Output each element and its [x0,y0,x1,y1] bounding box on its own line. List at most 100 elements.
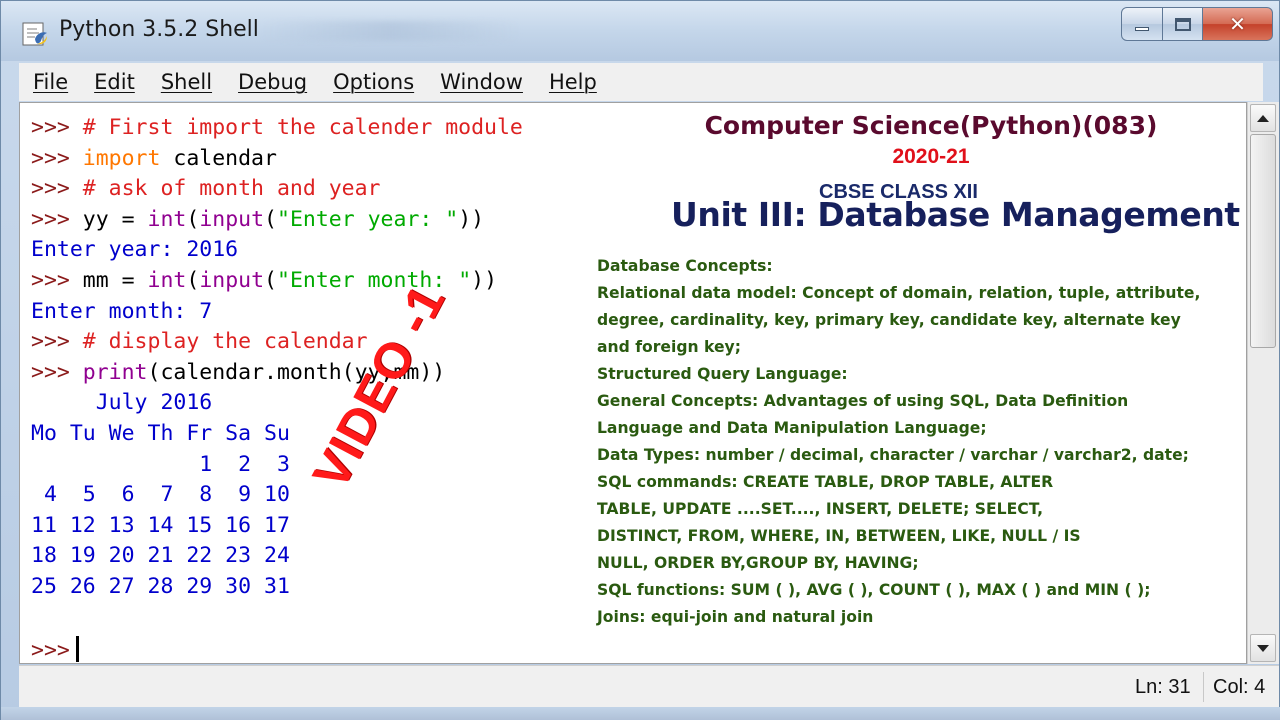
menu-options[interactable]: Options [333,70,414,94]
menu-debug[interactable]: Debug [238,70,307,94]
scroll-up-button[interactable] [1250,104,1276,132]
text-cursor [75,636,79,662]
shell-token-plain: mm = [82,267,148,293]
syllabus-line: SQL functions: SUM ( ), AVG ( ), COUNT (… [597,581,1151,599]
unit-heading: Unit III: Database Management [671,195,1240,234]
shell-token-str: "Enter year: " [277,206,459,232]
syllabus-line: Structured Query Language: [597,365,848,383]
shell-token-prompt: >>> [31,206,83,232]
syllabus-line: degree, cardinality, key, primary key, c… [597,311,1181,329]
window-title: Python 3.5.2 Shell [59,17,259,42]
shell-token-prompt: >>> [31,115,83,140]
shell-token-prompt: >>> [31,145,83,171]
shell-token-prompt: >>> [31,329,83,355]
minimize-button[interactable] [1121,7,1163,41]
syllabus-line: SQL commands: CREATE TABLE, DROP TABLE, … [597,473,1054,491]
shell-token-builtin: int [147,267,187,293]
shell-token-prompt: >>> [31,267,83,293]
shell-output: >>> # First import the calender module >>… [31,113,523,603]
scroll-thumb[interactable] [1250,134,1276,348]
shell-token-plain: ( [186,267,200,293]
shell-line: July 2016 [31,388,523,419]
idle-shell-window: Python 3.5.2 Shell ✕ File Edit Shell Deb… [0,0,1280,720]
syllabus-line: Language and Data Manipulation Language; [597,419,987,437]
minimize-icon [1135,27,1149,31]
window-controls: ✕ [1121,7,1273,41]
status-bar: Ln: 31 Col: 4 [19,665,1279,707]
shell-token-stdout: 11 12 13 14 15 16 17 [31,512,290,538]
syllabus-line: Relational data model: Concept of domain… [597,284,1201,302]
title-blur [261,21,521,41]
syllabus-line: Joins: equi-join and natural join [597,608,874,626]
shell-line: >>> # ask of month and year [31,174,523,205]
close-button[interactable]: ✕ [1203,7,1273,41]
shell-token-stdout: Enter month: 7 [31,298,213,324]
shell-token-stdout: 4 5 6 7 8 9 10 [31,482,290,508]
arrow-up-icon [1257,114,1269,122]
syllabus-line: NULL, ORDER BY,GROUP BY, HAVING; [597,554,919,572]
shell-token-comment: # display the calendar [82,329,368,355]
python-idle-icon [22,22,47,46]
shell-token-prompt: >>> [31,176,83,202]
syllabus-line: General Concepts: Advantages of using SQ… [597,392,1129,410]
shell-token-str: "Enter month: " [277,267,472,293]
vertical-scrollbar[interactable] [1247,102,1279,664]
shell-token-builtin: int [147,206,187,232]
title-bar[interactable]: Python 3.5.2 Shell ✕ [1,1,1279,61]
shell-token-builtin: print [82,359,148,385]
course-title: Computer Science(Python)(083) [704,111,1158,140]
scroll-down-button[interactable] [1250,634,1276,662]
syllabus-line: Data Types: number / decimal, character … [597,446,1189,464]
shell-token-stdout: 25 26 27 28 29 30 31 [31,573,290,599]
arrow-down-icon [1257,644,1269,652]
shell-token-plain: )) [458,206,485,232]
shell-line: Mo Tu We Th Fr Sa Su [31,419,523,450]
shell-token-stdout: 1 2 3 [31,451,290,477]
shell-prompt: >>> [31,638,70,663]
maximize-button[interactable] [1163,7,1203,41]
syllabus-list: Database Concepts: Relational data model:… [597,253,1257,631]
shell-token-comment: # First import the calender module [82,115,523,140]
shell-token-kw: import [82,145,161,171]
shell-line: 25 26 27 28 29 30 31 [31,572,523,603]
shell-line: 18 19 20 21 22 23 24 [31,541,523,572]
shell-token-plain: ( [264,267,277,293]
shell-token-plain: ( [264,206,277,232]
shell-token-stdout: Enter year: 2016 [31,237,239,263]
shell-line: >>> import calendar [31,144,523,175]
syllabus-line: and foreign key; [597,338,741,356]
shell-line: >>> # display the calendar [31,327,523,358]
menu-bar: File Edit Shell Debug Options Window Hel… [19,63,1263,101]
shell-line: 4 5 6 7 8 9 10 [31,480,523,511]
status-divider [1203,672,1204,702]
shell-token-plain: calendar [160,145,277,171]
shell-token-comment: # ask of month and year [82,176,381,202]
shell-token-stdout: July 2016 [31,390,213,416]
menu-window[interactable]: Window [440,70,523,94]
column-number: Col: 4 [1213,676,1266,698]
syllabus-line: DISTINCT, FROM, WHERE, IN, BETWEEN, LIKE… [597,527,1081,545]
shell-token-prompt: >>> [31,359,83,385]
menu-help[interactable]: Help [549,70,597,94]
syllabus-line: Database Concepts: [597,257,773,275]
menu-shell[interactable]: Shell [161,70,212,94]
shell-line: >>> mm = int(input("Enter month: ")) [31,266,523,297]
menu-edit[interactable]: Edit [94,70,135,94]
session-year: 2020-21 [892,145,970,168]
menu-file[interactable]: File [33,70,68,94]
shell-input-line[interactable]: >>> [31,636,79,663]
shell-token-builtin: input [199,206,265,232]
shell-token-plain: yy = [82,206,148,232]
shell-token-plain: )) [471,267,498,293]
shell-line: >>> # First import the calender module [31,113,523,144]
shell-token-stdout: Mo Tu We Th Fr Sa Su [31,420,290,446]
shell-line: Enter year: 2016 [31,235,523,266]
shell-line: >>> print(calendar.month(yy,mm)) [31,358,523,389]
close-icon: ✕ [1229,12,1246,36]
maximize-icon [1174,17,1191,31]
shell-line: >>> yy = int(input("Enter year: ")) [31,205,523,236]
shell-token-plain: ( [186,206,200,232]
syllabus-line: TABLE, UPDATE ....SET...., INSERT, DELET… [597,500,1044,518]
shell-line: 11 12 13 14 15 16 17 [31,511,523,542]
window-bottom-border [1,707,1280,720]
